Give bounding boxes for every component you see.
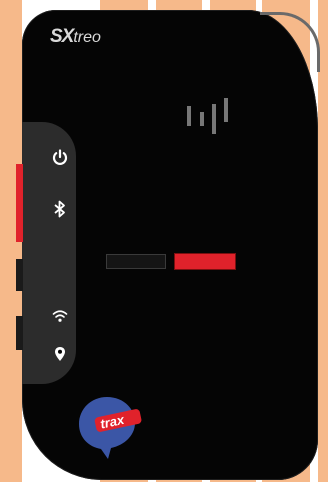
brand-prefix: SX bbox=[50, 26, 74, 47]
side-button-lower[interactable] bbox=[16, 316, 23, 350]
brand-suffix: treo bbox=[73, 29, 101, 46]
location-icon[interactable] bbox=[49, 343, 71, 365]
bluetooth-icon[interactable] bbox=[49, 198, 71, 220]
power-icon[interactable] bbox=[49, 147, 71, 169]
brand-logo: SXtreo bbox=[50, 26, 101, 48]
wifi-icon[interactable] bbox=[49, 305, 71, 327]
side-button-red[interactable] bbox=[16, 164, 23, 242]
led-indicator-dark bbox=[106, 254, 166, 269]
side-button-upper[interactable] bbox=[16, 259, 23, 291]
trax-logo: trax bbox=[79, 397, 142, 459]
signal-bars-icon bbox=[187, 98, 228, 134]
led-indicator-red bbox=[174, 253, 236, 270]
